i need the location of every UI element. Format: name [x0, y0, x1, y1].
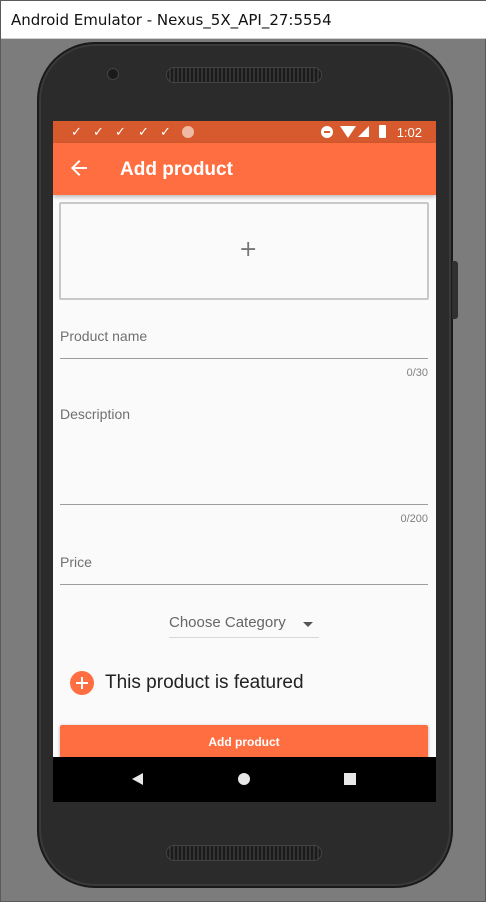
- description-underline: [60, 504, 428, 505]
- add-circle-icon[interactable]: [70, 671, 94, 695]
- bottom-speaker-grille: [166, 845, 322, 861]
- add-icon: +: [239, 237, 258, 262]
- description-counter: 0/200: [400, 513, 428, 525]
- battery-icon: [379, 125, 386, 138]
- wifi-icon: [340, 126, 356, 138]
- home-circle-icon[interactable]: [238, 773, 250, 785]
- price-placeholder: Price: [60, 554, 92, 570]
- system-nav-bar: [53, 757, 436, 802]
- featured-label: This product is featured: [105, 672, 304, 693]
- device-screen: ✓ ✓ ✓ ✓ ✓ 1:02 Add product + Product nam…: [53, 121, 436, 802]
- check-icon: ✓: [138, 124, 149, 139]
- category-label: Choose Category: [169, 614, 286, 631]
- recents-square-icon[interactable]: [344, 773, 356, 785]
- check-icon: ✓: [71, 124, 82, 139]
- check-icon: ✓: [93, 124, 104, 139]
- product-name-counter: 0/30: [406, 367, 428, 379]
- add-product-button-label: Add product: [208, 735, 280, 749]
- front-camera-icon: [107, 68, 119, 80]
- price-underline: [60, 584, 428, 585]
- check-icon: ✓: [115, 124, 126, 139]
- emulator-window: Android Emulator - Nexus_5X_API_27:5554 …: [0, 0, 486, 902]
- power-button[interactable]: [452, 261, 458, 319]
- status-time: 1:02: [396, 125, 422, 140]
- window-titlebar: Android Emulator - Nexus_5X_API_27:5554: [1, 1, 486, 39]
- image-picker[interactable]: +: [59, 202, 429, 300]
- product-name-placeholder: Product name: [60, 328, 148, 344]
- description-placeholder: Description: [60, 406, 131, 422]
- record-dot-icon: [182, 126, 194, 138]
- status-bar: ✓ ✓ ✓ ✓ ✓ 1:02: [53, 121, 436, 143]
- top-speaker-grille: [166, 67, 322, 83]
- dropdown-caret-icon: [303, 622, 313, 627]
- featured-toggle[interactable]: This product is featured: [70, 670, 390, 696]
- category-dropdown[interactable]: Choose Category: [169, 612, 319, 638]
- back-triangle-icon[interactable]: [132, 773, 143, 785]
- add-product-button[interactable]: Add product: [60, 725, 428, 759]
- arrow-back-icon[interactable]: [67, 156, 91, 180]
- product-name-underline: [60, 358, 428, 359]
- window-title: Android Emulator - Nexus_5X_API_27:5554: [11, 11, 332, 29]
- app-bar: Add product: [53, 143, 436, 195]
- do-not-disturb-icon: [321, 126, 333, 138]
- check-icon: ✓: [160, 124, 171, 139]
- signal-icon: [358, 126, 369, 137]
- page-title: Add product: [120, 159, 233, 180]
